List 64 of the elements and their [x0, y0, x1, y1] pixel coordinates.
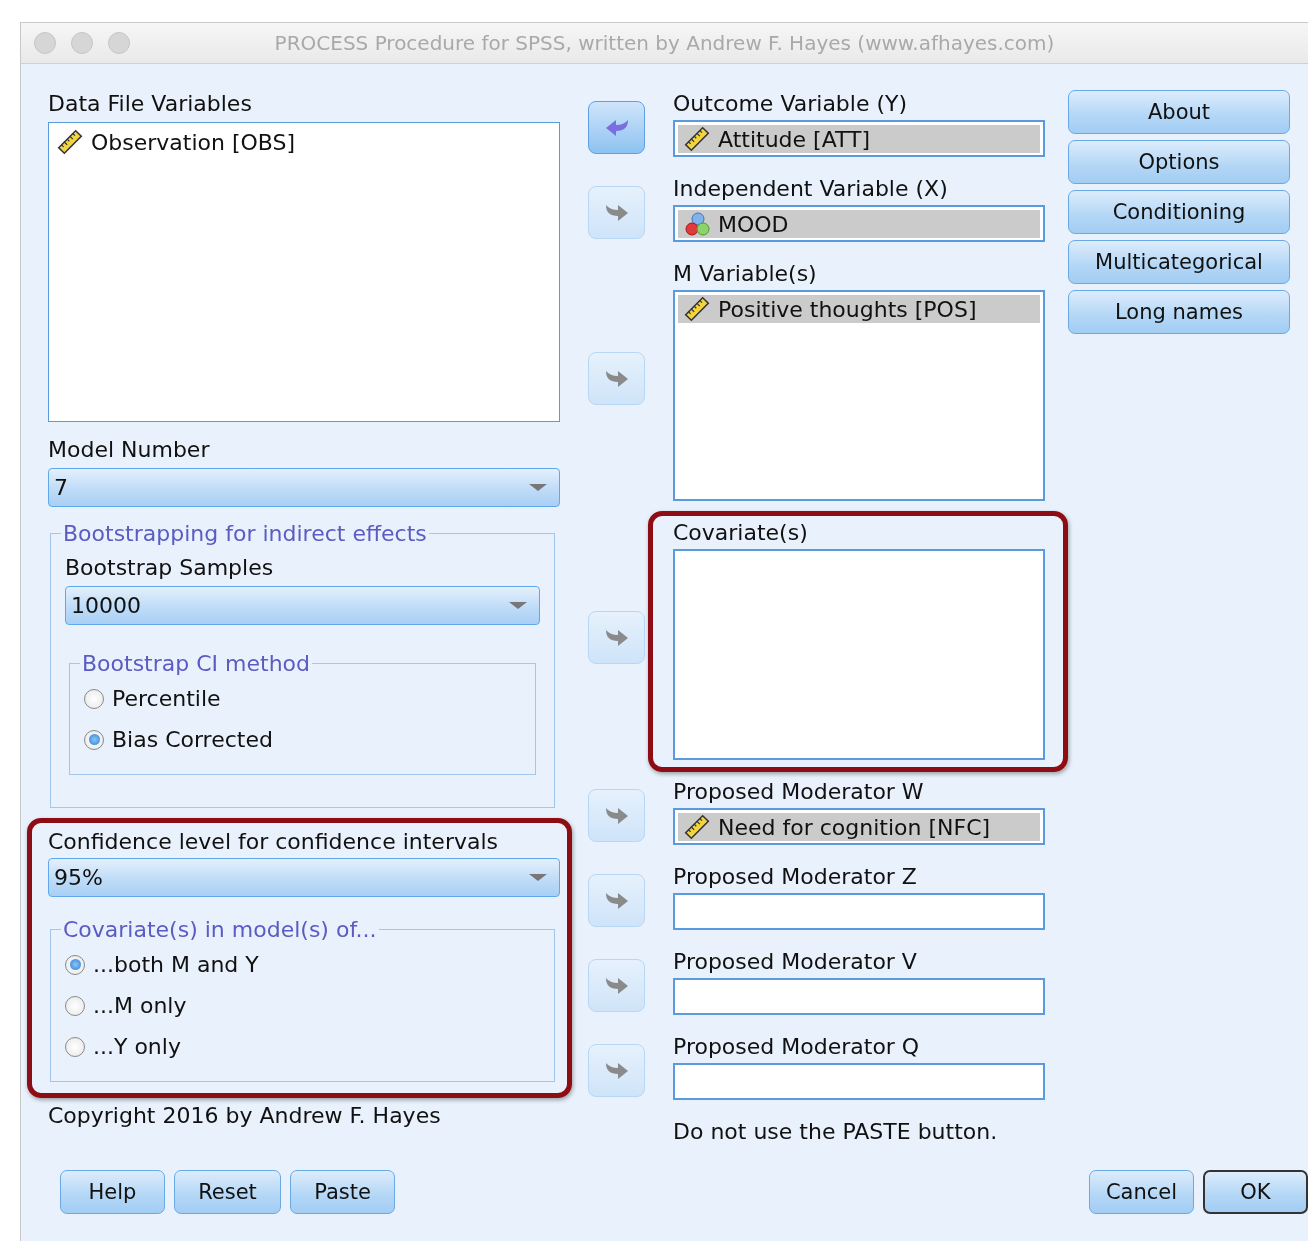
radio-label: ...M only	[93, 993, 187, 1018]
arrow-button[interactable]	[588, 1044, 645, 1097]
arrow-button[interactable]	[588, 352, 645, 405]
list-label: Data File Variables	[48, 90, 253, 118]
arrow-button[interactable]	[588, 874, 645, 927]
radio-label: Bias Corrected	[112, 727, 273, 752]
group-title: Bootstrapping for indirect effects	[62, 521, 428, 546]
side-button[interactable]: Conditioning	[1068, 190, 1290, 234]
field-label: Model Number	[48, 436, 211, 464]
variable-list[interactable]: Observation [OBS]	[48, 122, 560, 422]
circles-icon	[684, 211, 710, 237]
radio-label: ...Y only	[93, 1034, 181, 1059]
variable-field[interactable]	[673, 1063, 1045, 1100]
radio-label: Percentile	[112, 686, 221, 711]
variable-field[interactable]	[673, 893, 1045, 930]
side-button[interactable]: About	[1068, 90, 1290, 134]
field-label: Proposed Moderator Z	[673, 863, 918, 891]
dropdown[interactable]: 7	[48, 468, 560, 507]
dropdown[interactable]: 10000	[65, 586, 540, 625]
copyright-text: Copyright 2016 by Andrew F. Hayes	[48, 1102, 442, 1130]
group-title: Bootstrap CI method	[81, 651, 311, 676]
dialog-button[interactable]: Reset	[174, 1170, 281, 1214]
side-button[interactable]: Options	[1068, 140, 1290, 184]
field-label: Bootstrap Samples	[65, 554, 275, 582]
window-control[interactable]	[108, 32, 130, 54]
arrow-button[interactable]	[588, 101, 645, 154]
radio-button[interactable]	[65, 954, 85, 975]
arrow-button[interactable]	[588, 959, 645, 1012]
caret-icon	[529, 874, 547, 881]
radio-label: ...both M and Y	[93, 952, 259, 977]
variable-list[interactable]: Positive thoughts [POS]	[673, 290, 1045, 501]
radio-button[interactable]	[84, 688, 104, 709]
caret-icon	[509, 602, 527, 609]
variable-item[interactable]: Observation [OBS]	[57, 127, 551, 157]
field-label: Covariate(s)	[673, 519, 809, 547]
dialog-button[interactable]: Paste	[290, 1170, 395, 1214]
window-control[interactable]	[34, 32, 56, 54]
radio-button[interactable]	[65, 1036, 85, 1057]
dropdown[interactable]: 95%	[48, 858, 560, 897]
field-label: M Variable(s)	[673, 260, 818, 288]
note-text: Do not use the PASTE button.	[673, 1118, 999, 1146]
field-label: Independent Variable (X)	[673, 175, 949, 203]
field-label: Proposed Moderator W	[673, 778, 925, 806]
field-label: Confidence level for confidence intervals	[48, 828, 499, 856]
dialog-button[interactable]: Cancel	[1089, 1170, 1194, 1214]
side-button[interactable]: Long names	[1068, 290, 1290, 334]
arrow-button[interactable]	[588, 611, 645, 664]
variable-list[interactable]	[673, 549, 1045, 760]
arrow-button[interactable]	[588, 789, 645, 842]
side-button[interactable]: Multicategorical	[1068, 240, 1290, 284]
window-control[interactable]	[71, 32, 93, 54]
window-title: PROCESS Procedure for SPSS, written by Andrew F. Hayes (www.afhayes.com)	[273, 31, 1056, 55]
radio-button[interactable]	[65, 995, 85, 1016]
field-label: Proposed Moderator Q	[673, 1033, 921, 1061]
variable-field[interactable]	[673, 978, 1045, 1015]
group-title: Covariate(s) in model(s) of...	[62, 917, 378, 942]
field-label: Proposed Moderator V	[673, 948, 918, 976]
radio-button[interactable]	[84, 729, 104, 750]
dialog-button[interactable]: Help	[60, 1170, 165, 1214]
field-label: Outcome Variable (Y)	[673, 90, 909, 118]
variable-item[interactable]: Positive thoughts [POS]	[678, 295, 1040, 323]
caret-icon	[529, 484, 547, 491]
arrow-button[interactable]	[588, 186, 645, 239]
dialog-button[interactable]: OK	[1203, 1170, 1308, 1214]
